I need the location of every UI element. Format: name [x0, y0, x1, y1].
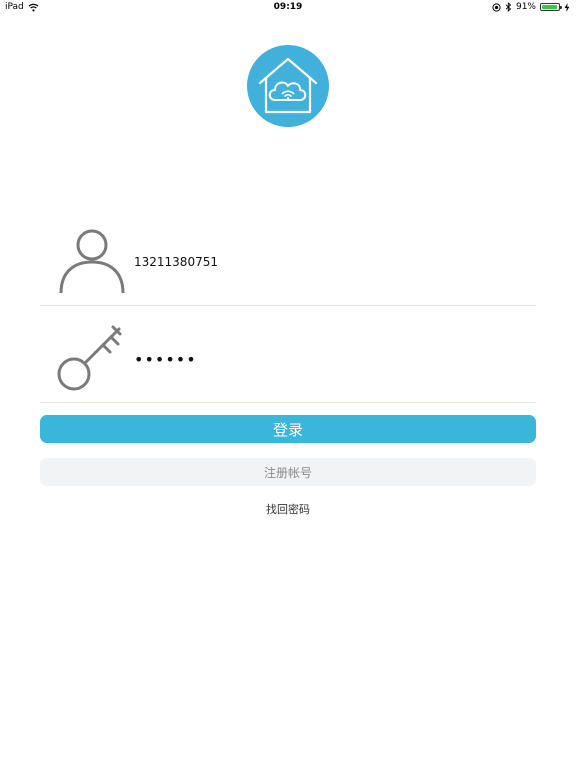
bluetooth-icon — [505, 2, 512, 12]
password-input[interactable]: •••••• — [134, 350, 514, 370]
user-icon — [59, 229, 125, 294]
register-button[interactable]: 注册帐号 — [40, 458, 536, 486]
login-button[interactable]: 登录 — [40, 415, 536, 443]
battery-icon — [540, 3, 562, 11]
cloud-home-wifi-icon — [258, 57, 318, 114]
status-bar: iPad 09:19 91% — [0, 0, 576, 16]
battery-percent: 91% — [515, 2, 536, 12]
username-input[interactable] — [134, 254, 514, 270]
key-icon — [57, 325, 122, 391]
app-logo — [247, 45, 329, 127]
battery-fill — [542, 5, 557, 9]
username-row — [40, 218, 536, 306]
location-icon — [492, 2, 501, 12]
status-right: 91% — [492, 2, 570, 12]
charging-icon — [564, 2, 570, 12]
forgot-password-link[interactable]: 找回密码 — [0, 501, 576, 517]
status-time: 09:19 — [273, 2, 303, 12]
password-row: •••••• — [40, 306, 536, 403]
